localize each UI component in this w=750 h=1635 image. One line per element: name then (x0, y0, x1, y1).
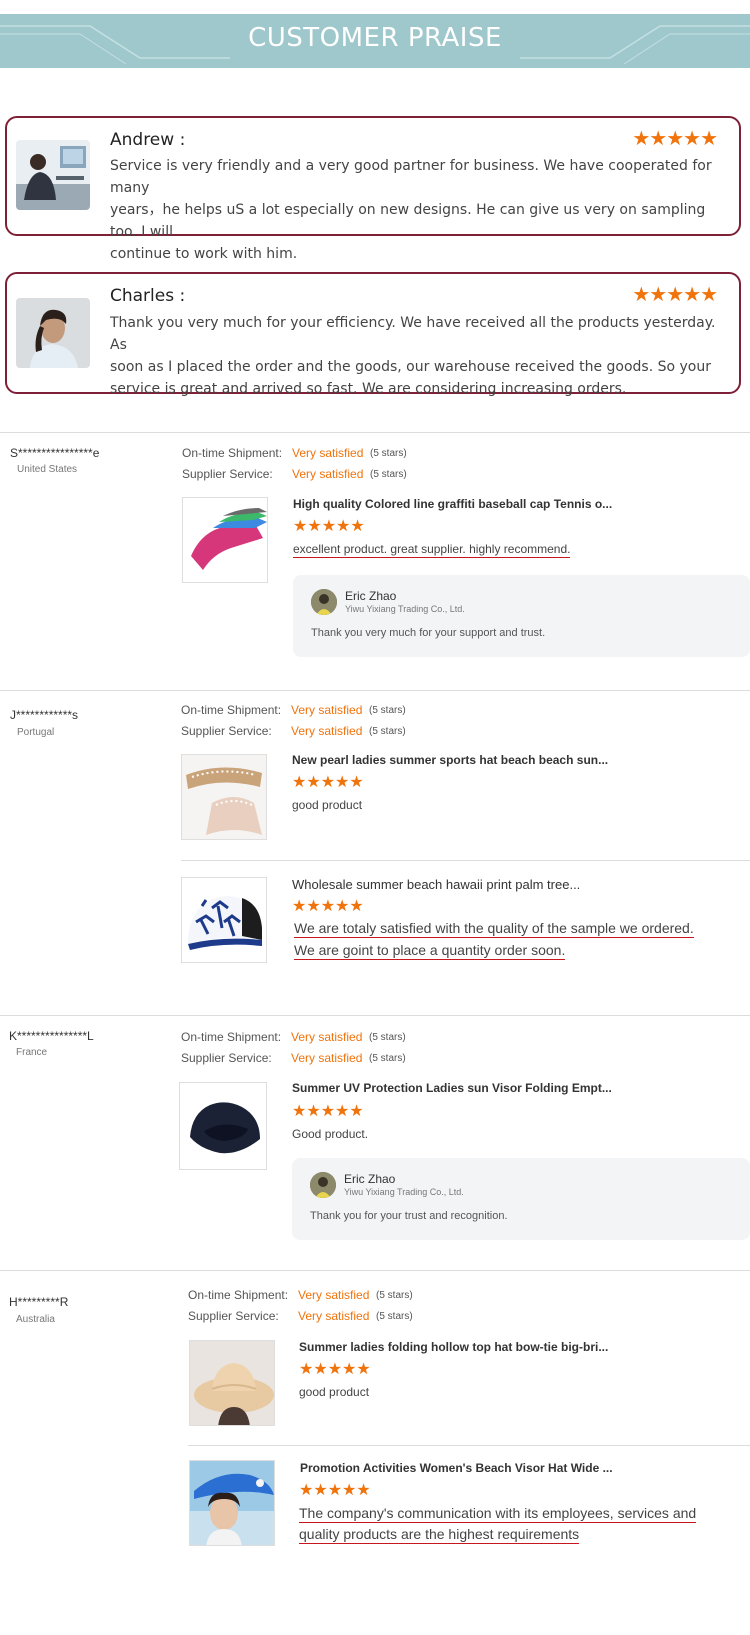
praise-name: Charles : (110, 286, 186, 306)
praise-card-charles: Charles : ★★★★★ Thank you very much for … (5, 272, 741, 397)
ontime-shipment-stars: (5 stars) (376, 1290, 413, 1301)
supplier-service-rating: Very satisfied (291, 1051, 363, 1065)
product-thumbnail[interactable] (181, 754, 267, 840)
praise-text-line: continue to work with him. (110, 246, 298, 262)
review-text: good product (292, 798, 363, 812)
product-rating-stars: ★★★★★ (292, 1103, 364, 1120)
reply-company: Yiwu Yixiang Trading Co., Ltd. (344, 1187, 464, 1197)
ontime-shipment-rating: Very satisfied (291, 703, 363, 717)
customer-praise-banner: CUSTOMER PRAISE (0, 14, 750, 68)
praise-card-andrew: Andrew : ★★★★★ Service is very friendly … (5, 116, 741, 262)
review-text-line: The company's communication with its emp… (299, 1505, 697, 1523)
praise-text-line: Thank you very much for your efficiency.… (110, 315, 716, 353)
customer-photo-charles (16, 298, 90, 368)
ontime-shipment-label: On-time Shipment: (182, 446, 283, 460)
ontime-shipment-stars: (5 stars) (370, 448, 407, 459)
review-text: good product (299, 1385, 370, 1399)
praise-text-line: Service is very friendly and a very good… (110, 158, 712, 196)
review-text-line: We are totaly satisfied with the quality… (294, 920, 694, 938)
reply-text: Thank you for your trust and recognition… (310, 1210, 508, 1222)
supplier-service-label: Supplier Service: (181, 724, 272, 738)
reviewer-name: J************s (10, 708, 79, 722)
reviewer-country: Portugal (17, 727, 55, 738)
supplier-service-stars: (5 stars) (376, 1311, 413, 1322)
product-divider (188, 1445, 750, 1446)
reviewer-country: France (16, 1047, 48, 1058)
ontime-shipment-label: On-time Shipment: (181, 1030, 282, 1044)
praise-text-line: soon as I placed the order and the goods… (110, 359, 711, 375)
review-text: excellent product. great supplier. highl… (293, 542, 571, 558)
reply-text: Thank you very much for your support and… (311, 627, 546, 639)
product-title[interactable]: High quality Colored line graffiti baseb… (293, 497, 612, 511)
ontime-shipment-label: On-time Shipment: (181, 703, 282, 717)
praise-name: Andrew : (110, 130, 186, 150)
product-thumbnail[interactable] (189, 1460, 275, 1546)
ontime-shipment-rating: Very satisfied (292, 446, 364, 460)
reviewer-country: United States (17, 464, 78, 475)
ontime-shipment-rating: Very satisfied (291, 1030, 363, 1044)
reviewer-country: Australia (16, 1314, 55, 1325)
product-thumbnail[interactable] (179, 1082, 267, 1170)
product-rating-stars: ★★★★★ (299, 1361, 371, 1378)
praise-text: Service is very friendly and a very good… (110, 155, 722, 265)
review-text: Good product. (292, 1127, 369, 1141)
section-divider (0, 432, 750, 433)
product-thumbnail[interactable] (182, 497, 268, 583)
product-title[interactable]: Summer ladies folding hollow top hat bow… (299, 1340, 608, 1354)
product-title[interactable]: Wholesale summer beach hawaii print palm… (292, 877, 580, 892)
supplier-avatar (310, 1172, 336, 1198)
ontime-shipment-stars: (5 stars) (369, 1032, 406, 1043)
banner-title: CUSTOMER PRAISE (248, 23, 502, 53)
product-divider (181, 860, 750, 861)
product-rating-stars: ★★★★★ (293, 518, 365, 535)
reply-author-name: Eric Zhao (344, 1172, 396, 1186)
supplier-service-rating: Very satisfied (298, 1309, 370, 1323)
supplier-service-stars: (5 stars) (370, 469, 407, 480)
product-title[interactable]: Summer UV Protection Ladies sun Visor Fo… (292, 1081, 612, 1095)
review-text-line: We are goint to place a quantity order s… (294, 942, 566, 960)
supplier-service-rating: Very satisfied (292, 467, 364, 481)
supplier-avatar (311, 589, 337, 615)
praise-text: Thank you very much for your efficiency.… (110, 312, 722, 400)
section-divider (0, 1015, 750, 1016)
praise-text-line: service is great and arrived so fast. We… (110, 381, 627, 397)
praise-rating-stars: ★★★★★ (632, 284, 718, 306)
section-divider (0, 1270, 750, 1271)
section-divider (0, 690, 750, 691)
reply-author-name: Eric Zhao (345, 589, 397, 603)
supplier-service-label: Supplier Service: (182, 467, 273, 481)
supplier-service-stars: (5 stars) (369, 1053, 406, 1064)
product-thumbnail[interactable] (189, 1340, 275, 1426)
product-rating-stars: ★★★★★ (292, 898, 364, 915)
customer-photo-andrew (16, 140, 90, 210)
supplier-reply: Eric Zhao Yiwu Yixiang Trading Co., Ltd.… (292, 1158, 750, 1240)
supplier-service-stars: (5 stars) (369, 726, 406, 737)
product-thumbnail[interactable] (181, 877, 267, 963)
product-rating-stars: ★★★★★ (299, 1482, 371, 1499)
product-title[interactable]: New pearl ladies summer sports hat beach… (292, 753, 608, 767)
supplier-service-rating: Very satisfied (291, 724, 363, 738)
reviewer-name: S****************e (10, 446, 100, 460)
supplier-service-label: Supplier Service: (188, 1309, 279, 1323)
ontime-shipment-rating: Very satisfied (298, 1288, 370, 1302)
praise-text-line: years，he helps uS a lot especially on ne… (110, 202, 706, 240)
ontime-shipment-stars: (5 stars) (369, 705, 406, 716)
ontime-shipment-label: On-time Shipment: (188, 1288, 289, 1302)
reviewer-name: H*********R (9, 1295, 69, 1309)
reply-company: Yiwu Yixiang Trading Co., Ltd. (345, 604, 465, 614)
product-rating-stars: ★★★★★ (292, 774, 364, 791)
supplier-reply: Eric Zhao Yiwu Yixiang Trading Co., Ltd.… (293, 575, 750, 657)
product-title[interactable]: Promotion Activities Women's Beach Visor… (300, 1461, 613, 1475)
supplier-service-label: Supplier Service: (181, 1051, 272, 1065)
reviewer-name: K***************L (9, 1029, 94, 1043)
praise-rating-stars: ★★★★★ (632, 128, 718, 150)
review-text-line: quality products are the highest require… (299, 1526, 580, 1544)
